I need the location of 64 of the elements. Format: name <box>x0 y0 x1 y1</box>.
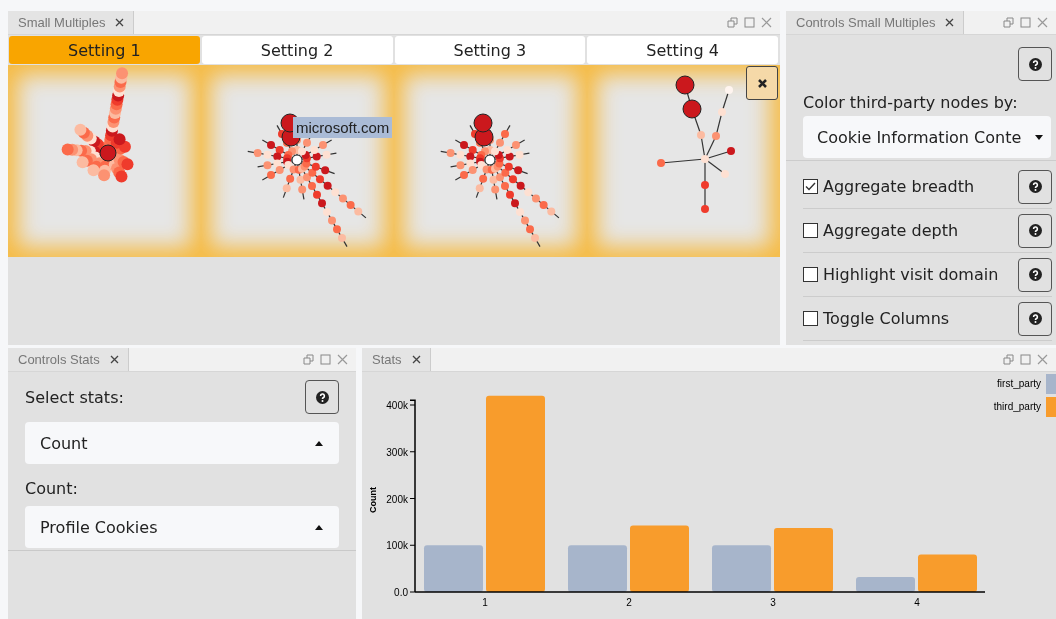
checkbox[interactable] <box>803 179 818 194</box>
y-tick-label: 400k <box>386 400 408 411</box>
setting-tab[interactable]: Setting 3 <box>394 36 586 64</box>
setting-tab[interactable]: Setting 4 <box>587 36 778 64</box>
bar <box>630 525 689 592</box>
y-tick-label: 100k <box>386 540 408 552</box>
setting-tab[interactable]: Setting 2 <box>201 36 393 64</box>
select-stats-label: Select stats: <box>25 387 124 407</box>
bar <box>424 545 483 592</box>
legend-swatch <box>1046 397 1056 417</box>
node-tooltip: microsoft.com <box>293 117 393 138</box>
bar <box>774 527 833 592</box>
color-label: Color third-party nodes by: <box>803 93 1019 112</box>
checkbox-option[interactable]: Highlight visit domain <box>803 265 999 284</box>
help-icon <box>1028 224 1042 237</box>
close-icon[interactable] <box>109 355 119 364</box>
y-axis-label: Count <box>368 487 378 513</box>
checkbox-option[interactable]: Aggregate breadth <box>803 177 975 196</box>
close-icon[interactable] <box>411 355 421 364</box>
y-tick-label: 0.0 <box>394 587 408 598</box>
legend-swatch <box>1046 374 1056 394</box>
help-button[interactable] <box>1018 257 1052 292</box>
help-icon <box>315 390 329 404</box>
close-icon[interactable] <box>115 18 125 27</box>
cookie-type-dropdown[interactable]: Profile Cookies <box>25 506 339 548</box>
bar <box>712 545 771 592</box>
setting-tab[interactable]: Setting 1 <box>9 36 200 64</box>
close-icon <box>756 77 768 89</box>
panel-tab[interactable]: Controls Small Multiples <box>786 11 965 34</box>
help-button[interactable] <box>1018 169 1052 204</box>
help-icon <box>1028 268 1042 281</box>
bar <box>918 554 977 592</box>
help-button[interactable] <box>1018 213 1052 248</box>
color-dropdown[interactable]: Cookie Information Conte <box>803 116 1051 158</box>
close-icon[interactable] <box>945 18 955 27</box>
panel-tab[interactable]: Small Multiples <box>8 11 135 34</box>
x-tick-label: 3 <box>770 597 776 608</box>
help-button[interactable] <box>305 380 339 414</box>
y-tick-label: 300k <box>386 446 408 458</box>
bar <box>568 545 627 592</box>
checkbox[interactable] <box>803 311 818 326</box>
panel-tab[interactable]: Controls Stats <box>8 348 129 371</box>
x-tick-label: 1 <box>482 597 488 608</box>
x-tick-label: 2 <box>626 597 632 608</box>
checkbox-option[interactable]: Aggregate depth <box>803 221 959 240</box>
close-button[interactable] <box>746 66 778 100</box>
checkbox-option[interactable]: Toggle Columns <box>803 309 950 328</box>
help-icon <box>1028 180 1042 193</box>
caret-icon <box>315 524 323 530</box>
stat-type-dropdown[interactable]: Count <box>25 422 339 464</box>
checkbox[interactable] <box>803 223 818 238</box>
help-icon <box>1028 312 1042 325</box>
caret-icon <box>315 440 323 446</box>
caret-icon <box>1035 134 1043 140</box>
help-button[interactable] <box>1018 301 1052 336</box>
help-icon <box>1028 57 1042 71</box>
legend-label: third_party <box>993 401 1041 412</box>
x-tick-label: 4 <box>914 597 920 608</box>
y-tick-label: 200k <box>386 493 408 505</box>
help-button[interactable] <box>1018 47 1052 81</box>
panel-tab[interactable]: Stats <box>362 348 431 371</box>
count-label: Count: <box>25 479 79 498</box>
legend-label: first_party <box>997 378 1041 389</box>
checkbox[interactable] <box>803 267 818 282</box>
